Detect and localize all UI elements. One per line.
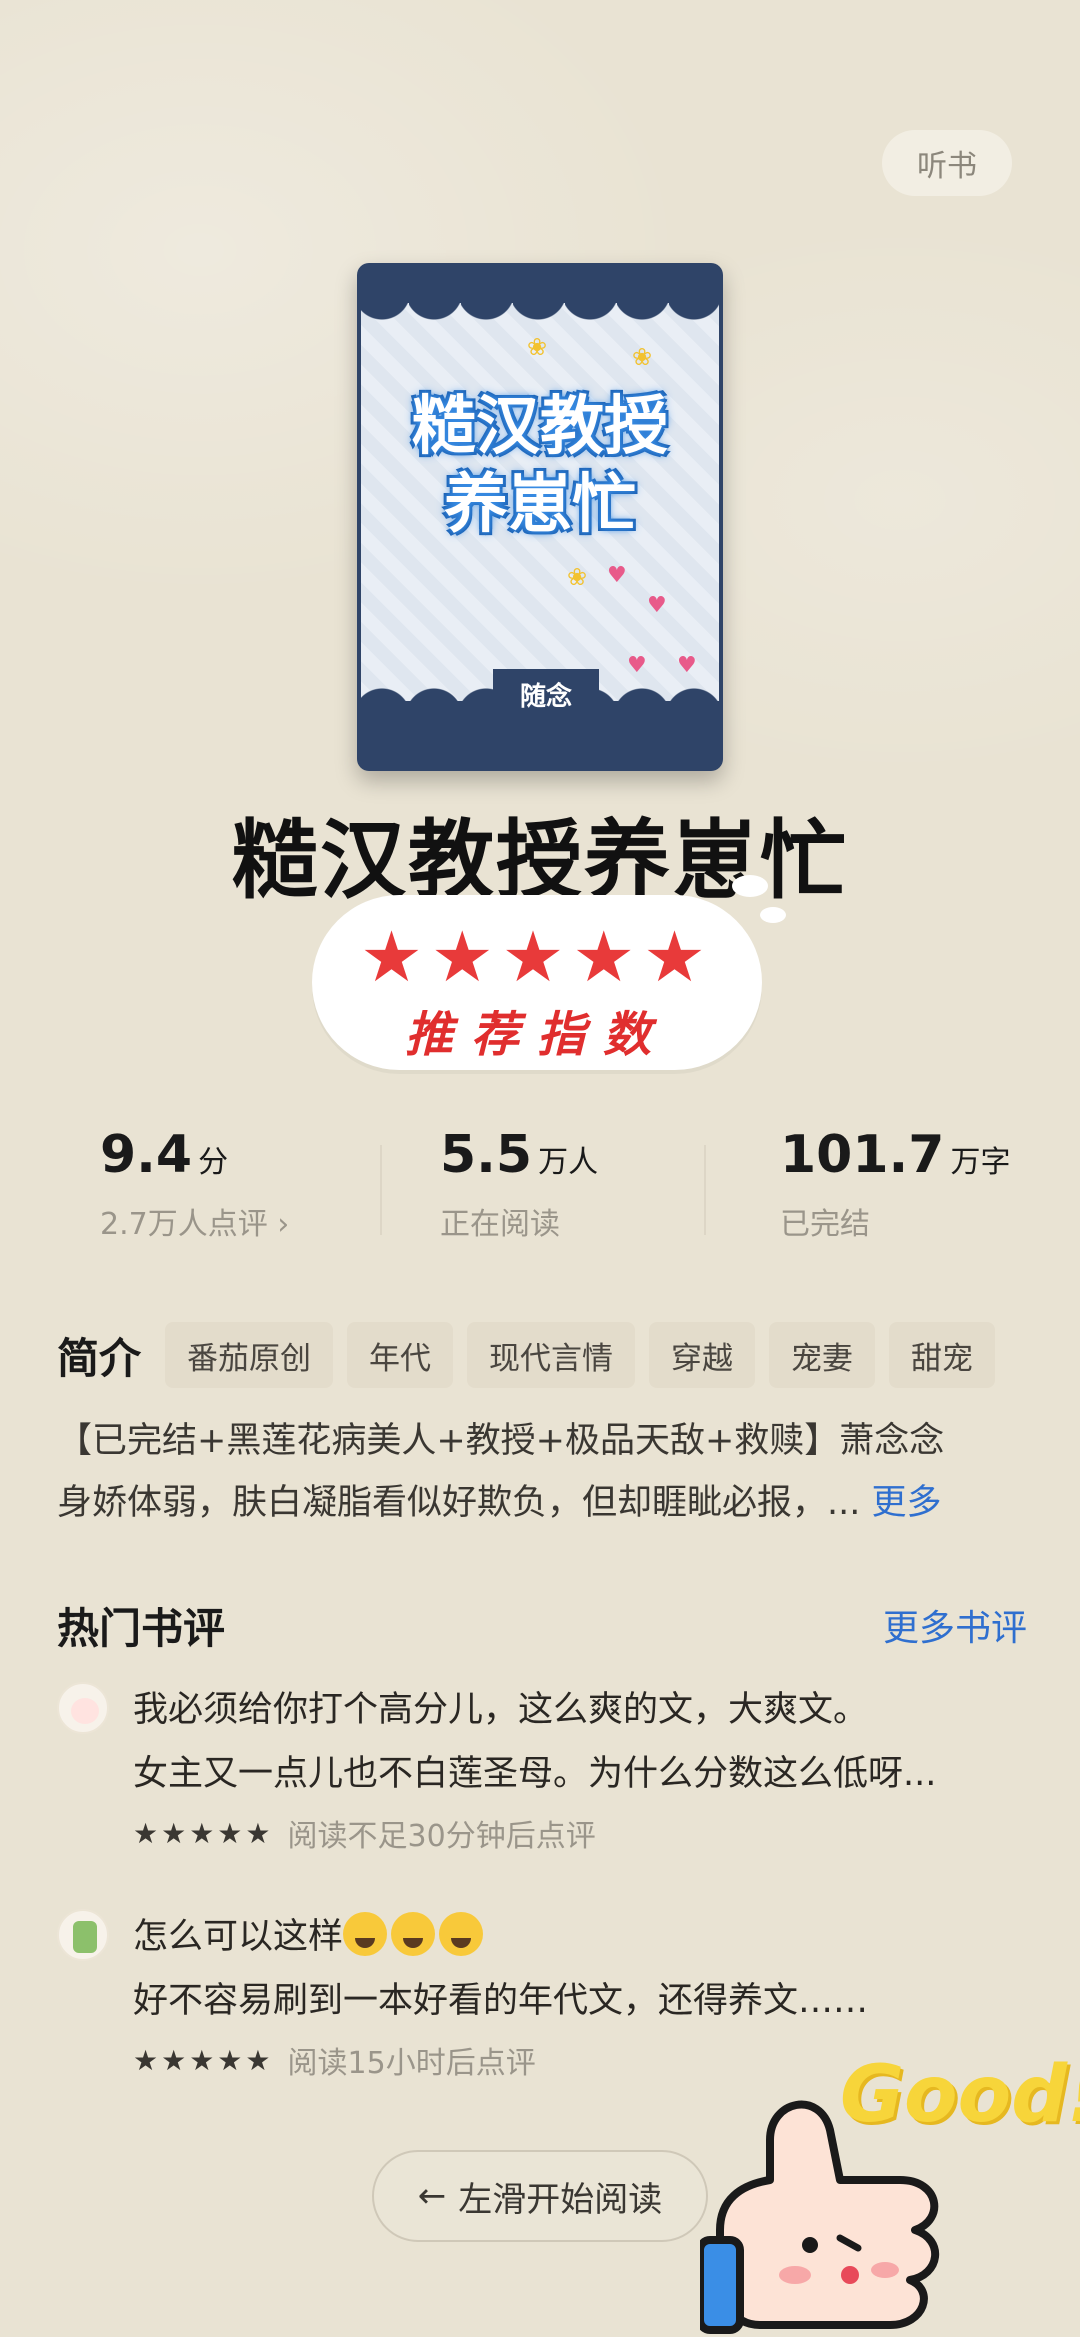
cover-author: 随念 (493, 669, 599, 719)
score-unit: 分 (198, 1145, 229, 1180)
review-stars: ★★★★★ (133, 1816, 274, 1850)
avatar (57, 1682, 109, 1734)
left-arrow-icon: ← (417, 2176, 447, 2216)
cover-title: 糙汉教授 养崽忙 (412, 390, 668, 542)
review-text: 我必须给你打个高分儿，这么爽的文，大爽文。 (133, 1690, 869, 1730)
stat-readers: 5.5 万人 正在阅读 (440, 1125, 598, 1243)
more-reviews-link[interactable]: 更多书评 (883, 1599, 1027, 1651)
intro-line: 身娇体弱，肤白凝脂看似好欺负，但却睚眦必报，... 更多 (57, 1483, 942, 1523)
badge-bubble (760, 907, 786, 923)
intro-more-link[interactable]: 更多 (872, 1483, 942, 1523)
book-cover[interactable]: ❀ ❀ ❀ ♥ ♥ ♥ ♥ 糙汉教授 养崽忙 随念 (357, 263, 723, 771)
intro-line: 【已完结+黑莲花病美人+教授+极品天敌+救赎】萧念念 (57, 1421, 945, 1461)
words-value: 101.7 (780, 1125, 945, 1185)
good-sticker: Good! (660, 2050, 1080, 2337)
rating-count: 2.7万人点评 › (100, 1207, 290, 1242)
tag[interactable]: 甜宠 (889, 1322, 996, 1388)
egg-icon: ❀ (527, 333, 548, 361)
readers-value: 5.5 (440, 1125, 533, 1185)
words-unit: 万字 (950, 1145, 1011, 1180)
readers-label: 正在阅读 (440, 1207, 560, 1242)
intro-text[interactable]: 【已完结+黑莲花病美人+教授+极品天敌+救赎】萧念念 身娇体弱，肤白凝脂看似好欺… (57, 1410, 1032, 1534)
start-reading-label: 左滑开始阅读 (458, 2179, 663, 2220)
divider (704, 1145, 706, 1235)
readers-unit: 万人 (538, 1145, 599, 1180)
review-text: 女主又一点儿也不白莲圣母。为什么分数这么低呀... (133, 1754, 937, 1794)
tag[interactable]: 宠妻 (769, 1322, 876, 1388)
review-note: 阅读15小时后点评 (287, 2046, 536, 2081)
heart-icon: ♥ (677, 653, 697, 678)
recommend-text: 推荐指数 (404, 1007, 669, 1063)
tag[interactable]: 现代言情 (467, 1322, 636, 1388)
tag[interactable]: 番茄原创 (165, 1322, 334, 1388)
status-label: 已完结 (780, 1207, 870, 1242)
intro-tags-row: 简介 番茄原创 年代 现代言情 穿越 宠妻 甜宠 (57, 1322, 1009, 1388)
heart-icon: ♥ (647, 593, 667, 618)
recommend-badge: ★★★★★ 推荐指数 (312, 875, 786, 1070)
thumbs-up-icon (700, 2100, 939, 2334)
review-note: 阅读不足30分钟后点评 (287, 1819, 596, 1854)
score-value: 9.4 (100, 1125, 193, 1185)
heart-icon: ♥ (627, 653, 647, 678)
hot-reviews-title: 热门书评 (57, 1604, 226, 1653)
review-text: 好不容易刷到一本好看的年代文，还得养文…… (133, 1981, 869, 2021)
cover-wave-top (357, 291, 723, 331)
divider (380, 1145, 382, 1235)
egg-icon: ❀ (567, 563, 588, 591)
recommend-stars: ★★★★★ (360, 916, 714, 998)
listen-button[interactable]: 听书 (882, 130, 1012, 196)
review-stars: ★★★★★ (133, 2043, 274, 2077)
crying-emoji-icon (439, 1912, 484, 1956)
tag[interactable]: 穿越 (649, 1322, 756, 1388)
stats-row: 9.4 分 2.7万人点评 › 5.5 万人 正在阅读 101.7 万字 已完结 (0, 1125, 1080, 1245)
hot-reviews-header: 热门书评 更多书评 (57, 1595, 1027, 1655)
heart-icon: ♥ (607, 563, 627, 588)
stat-score[interactable]: 9.4 分 2.7万人点评 › (100, 1125, 289, 1243)
tag[interactable]: 年代 (347, 1322, 454, 1388)
egg-icon: ❀ (632, 343, 653, 371)
review-text: 怎么可以这样 (133, 1905, 1033, 1969)
badge-bubble (732, 875, 768, 897)
stat-words: 101.7 万字 已完结 (780, 1125, 1010, 1243)
avatar (57, 1909, 109, 1961)
intro-label: 简介 (57, 1333, 142, 1383)
crying-emoji-icon (343, 1912, 388, 1956)
crying-emoji-icon (391, 1912, 436, 1956)
start-reading-button[interactable]: ← 左滑开始阅读 (372, 2150, 708, 2242)
